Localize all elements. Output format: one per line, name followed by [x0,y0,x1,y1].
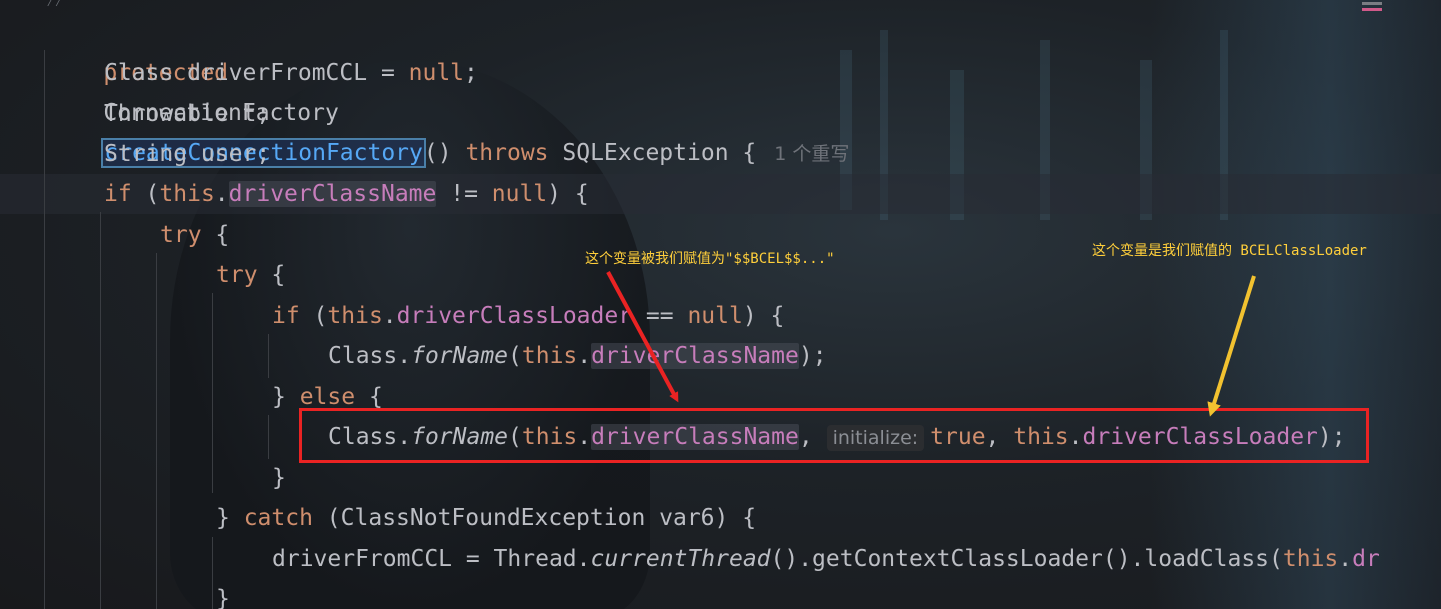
right-arrow-icon [1207,275,1256,417]
code-editor[interactable]: ⁄⁄ protected ConnectionFactory createCon… [0,0,1441,609]
left-arrow-icon [606,271,679,403]
annotation-arrows [606,271,1256,417]
